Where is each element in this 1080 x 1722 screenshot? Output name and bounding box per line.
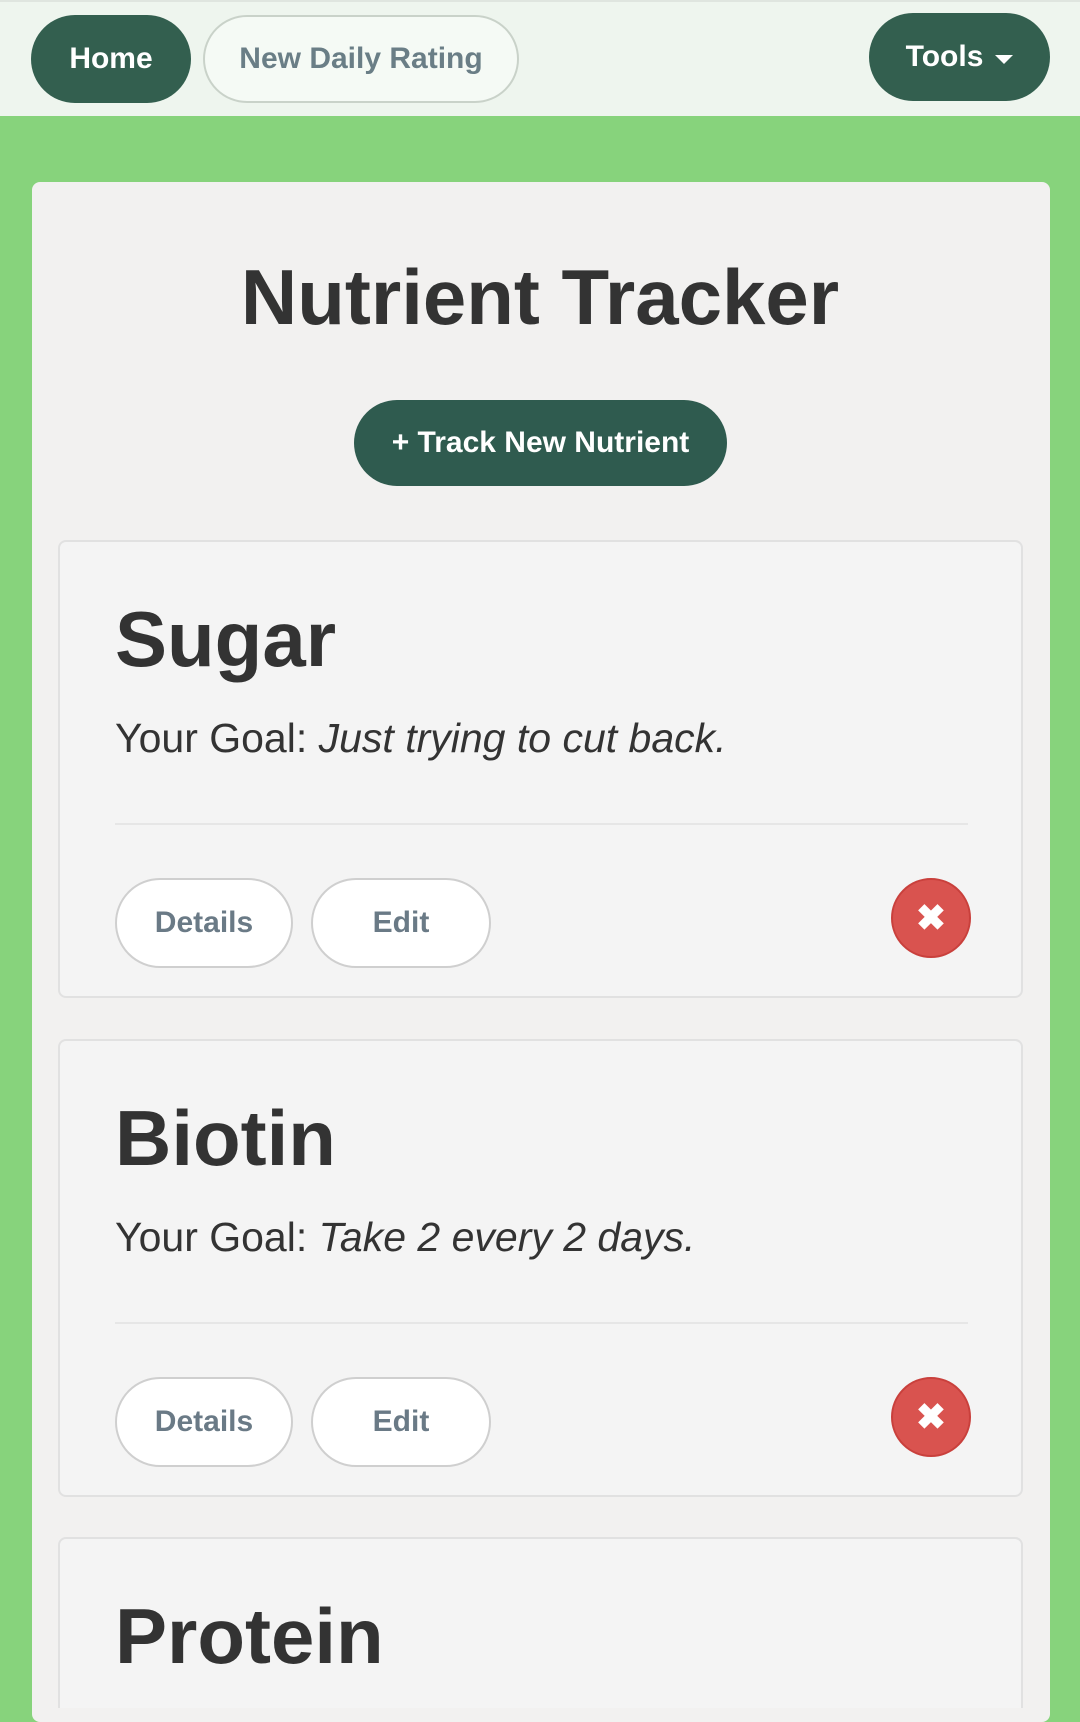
nutrient-name: Protein [115, 1592, 384, 1680]
track-new-nutrient-button[interactable]: + Track New Nutrient [354, 400, 727, 486]
delete-button[interactable]: ✖ [891, 878, 971, 958]
close-icon: ✖ [915, 1396, 947, 1437]
nutrient-name: Sugar [115, 595, 337, 683]
details-button[interactable]: Details [115, 1377, 293, 1467]
goal-text: Just trying to cut back. [318, 715, 727, 761]
card-divider [115, 1322, 968, 1324]
details-button[interactable]: Details [115, 878, 293, 968]
tools-label: Tools [905, 40, 984, 73]
page-title: Nutrient Tracker [240, 253, 840, 341]
nutrient-card: Biotin Your Goal: Take 2 every 2 days. D… [58, 1039, 1023, 1497]
delete-button[interactable]: ✖ [891, 1377, 971, 1457]
new-daily-rating-nav-button[interactable]: New Daily Rating [203, 15, 519, 103]
edit-button[interactable]: Edit [311, 1377, 491, 1467]
goal-prefix: Your Goal: [115, 1214, 319, 1260]
goal-text: Take 2 every 2 days. [318, 1214, 696, 1260]
nutrient-card: Sugar Your Goal: Just trying to cut back… [58, 540, 1023, 998]
nutrient-name: Biotin [115, 1094, 336, 1182]
tools-dropdown-button[interactable]: Tools [869, 13, 1050, 101]
nutrient-goal: Your Goal: Just trying to cut back. [115, 718, 727, 759]
edit-button[interactable]: Edit [311, 878, 491, 968]
card-divider [115, 823, 968, 825]
nutrient-card: Protein [58, 1537, 1023, 1708]
nutrient-goal: Your Goal: Take 2 every 2 days. [115, 1217, 695, 1258]
home-nav-button[interactable]: Home [31, 15, 191, 103]
navbar: Home New Daily Rating Tools [0, 0, 1080, 116]
caret-down-icon [995, 54, 1014, 64]
goal-prefix: Your Goal: [115, 715, 319, 761]
close-icon: ✖ [915, 897, 947, 938]
